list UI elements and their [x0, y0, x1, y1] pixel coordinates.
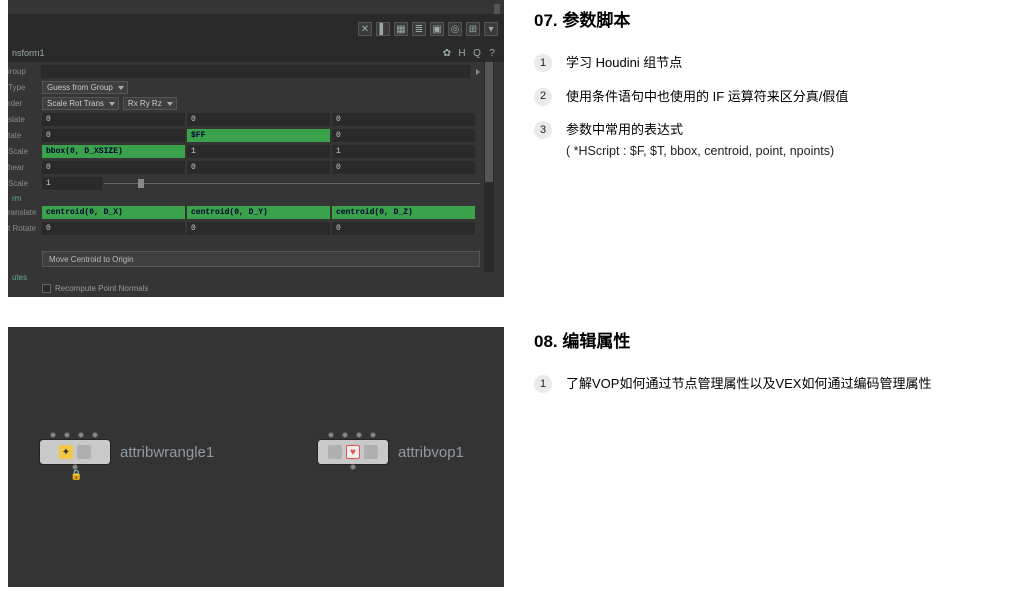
parm-select-order2[interactable]: Rx Ry Rz — [123, 97, 177, 110]
node-output-pin — [350, 464, 356, 470]
node-input-pins — [328, 432, 376, 438]
parm-field-group[interactable] — [41, 65, 470, 78]
checkbox-label: Recompute Point Normals — [55, 284, 148, 293]
node-body[interactable]: ♥ — [318, 440, 388, 464]
node-graph-screenshot: ✦ 🔒 attribwrangle1 ♥ — [8, 327, 504, 587]
parm-field-expr[interactable]: bbox(0, D_XSIZE) — [42, 145, 185, 158]
info-icon[interactable]: ⊞ — [466, 22, 480, 36]
mini-scrollbar — [494, 4, 500, 14]
node-attribvop[interactable]: ♥ attribvop1 — [318, 440, 464, 464]
section07-title: 07. 参数脚本 — [534, 6, 1004, 31]
parm-field[interactable]: 0 — [42, 113, 185, 126]
parm-field[interactable]: 0 — [332, 222, 475, 235]
grid-icon[interactable]: ▦ — [394, 22, 408, 36]
objective-item: 2 使用条件语句中也使用的 IF 运算符来区分真/假值 — [534, 87, 1004, 107]
node-label: attribwrangle1 — [120, 444, 214, 461]
chevron-down-icon[interactable]: ▾ — [484, 22, 498, 36]
target-icon[interactable]: ◎ — [448, 22, 462, 36]
scrollbar-thumb[interactable] — [485, 62, 493, 182]
parm-field-expr[interactable]: $FF — [187, 129, 330, 142]
section08-objectives: 1 了解VOP如何通过节点管理属性以及VEX如何通过编码管理属性 — [534, 374, 1004, 394]
checkbox-icon[interactable] — [42, 284, 51, 293]
node-body[interactable]: ✦ — [40, 440, 110, 464]
section07-objectives: 1 学习 Houdini 组节点 2 使用条件语句中也使用的 IF 运算符来区分… — [534, 53, 1004, 160]
list-icon[interactable]: ≣ — [412, 22, 426, 36]
parm-field[interactable]: 0 — [187, 161, 330, 174]
parm-field-expr[interactable]: centroid(0, D_Y) — [187, 206, 330, 219]
parm-field-expr[interactable]: centroid(0, D_X) — [42, 206, 185, 219]
parm-field[interactable]: 0 — [332, 113, 475, 126]
parm-select-type[interactable]: Guess from Group — [42, 81, 128, 94]
parm-select-order1[interactable]: Scale Rot Trans — [42, 97, 119, 110]
parm-field[interactable]: 0 — [332, 129, 475, 142]
group-picker-icon[interactable] — [476, 69, 480, 75]
panel-toolbar: ✕ ▌ ▦ ≣ ▣ ◎ ⊞ ▾ — [8, 14, 504, 44]
section08-title: 08. 编辑属性 — [534, 327, 1004, 352]
parm-folder-header-utes[interactable]: utes — [8, 271, 480, 284]
node-attribwrangle[interactable]: ✦ 🔒 attribwrangle1 — [40, 440, 214, 464]
objective-text: 学习 Houdini 组节点 — [566, 53, 1004, 73]
parm-label-trotate: t Rotate — [8, 224, 42, 233]
slider-thumb[interactable] — [138, 179, 144, 188]
panel-scrollbar[interactable] — [484, 62, 494, 272]
parm-label-group: iroup — [8, 67, 41, 76]
node-box-icon — [77, 445, 91, 459]
parm-slider[interactable] — [104, 177, 480, 190]
lock-icon: 🔒 — [70, 470, 82, 481]
parm-field[interactable]: 0 — [187, 222, 330, 235]
parm-label-ranslate: ranslate — [8, 208, 42, 217]
parm-field[interactable]: 0 — [332, 161, 475, 174]
number-badge: 3 — [534, 121, 552, 139]
number-badge: 2 — [534, 88, 552, 106]
parm-label-slate: slate — [8, 115, 42, 124]
parm-field[interactable]: 0 — [42, 161, 185, 174]
parm-label-scale: Scale — [8, 147, 42, 156]
parm-field-uscale[interactable]: 1 — [42, 177, 102, 190]
node-title-bar: nsform1 ✿ H Q ? — [8, 44, 504, 62]
objective-text: 了解VOP如何通过节点管理属性以及VEX如何通过编码管理属性 — [566, 374, 1004, 394]
gear-icon[interactable]: ✿ — [441, 47, 453, 59]
parm-field[interactable]: 0 — [187, 113, 330, 126]
node-label: attribvop1 — [398, 444, 464, 461]
objective-subtext: ( *HScript : $F, $T, bbox, centroid, poi… — [566, 142, 1004, 161]
parm-label-order: rder — [8, 99, 42, 108]
section07-text: 07. 参数脚本 1 学习 Houdini 组节点 2 使用条件语句中也使用的 … — [534, 0, 1004, 297]
parm-field[interactable]: 1 — [187, 145, 330, 158]
node-box-icon — [364, 445, 378, 459]
parm-label-scale2: Scale — [8, 179, 42, 188]
parm-folder-header[interactable]: rm — [8, 192, 480, 205]
objective-item: 1 学习 Houdini 组节点 — [534, 53, 1004, 73]
node-name: nsform1 — [12, 48, 45, 58]
help-icon[interactable]: ? — [486, 47, 498, 59]
parm-checkbox-row[interactable]: Recompute Point Normals — [42, 284, 480, 293]
parm-field[interactable]: 0 — [42, 129, 185, 142]
objective-item: 3 参数中常用的表达式 ( *HScript : $F, $T, bbox, c… — [534, 120, 1004, 160]
number-badge: 1 — [534, 54, 552, 72]
parm-label-hear: hear — [8, 163, 42, 172]
h-icon[interactable]: H — [456, 47, 468, 59]
flag-icon[interactable]: ▌ — [376, 22, 390, 36]
parm-field[interactable]: 1 — [332, 145, 475, 158]
number-badge: 1 — [534, 375, 552, 393]
section08-text: 08. 编辑属性 1 了解VOP如何通过节点管理属性以及VEX如何通过编码管理属… — [534, 297, 1004, 587]
objective-text: 使用条件语句中也使用的 IF 运算符来区分真/假值 — [566, 87, 1004, 107]
wrench-icon[interactable]: ✕ — [358, 22, 372, 36]
parm-field-expr[interactable]: centroid(0, D_Z) — [332, 206, 475, 219]
vop-icon: ♥ — [346, 445, 360, 459]
wrangle-icon: ✦ — [59, 445, 73, 459]
move-centroid-button[interactable]: Move Centroid to Origin — [42, 251, 480, 267]
parm-label-type: Type — [8, 83, 42, 92]
node-input-pins — [50, 432, 98, 438]
objective-text: 参数中常用的表达式 ( *HScript : $F, $T, bbox, cen… — [566, 120, 1004, 160]
parameter-panel-screenshot: ✕ ▌ ▦ ≣ ▣ ◎ ⊞ ▾ nsform1 ✿ H Q ? — [8, 0, 504, 297]
node-box-icon — [328, 445, 342, 459]
parm-field[interactable]: 0 — [42, 222, 185, 235]
box-icon[interactable]: ▣ — [430, 22, 444, 36]
panel-body: iroup Type Guess from Group rder Scale R… — [8, 62, 480, 297]
parm-label-tate: tate — [8, 131, 42, 140]
search-icon[interactable]: Q — [471, 47, 483, 59]
objective-item: 1 了解VOP如何通过节点管理属性以及VEX如何通过编码管理属性 — [534, 374, 1004, 394]
